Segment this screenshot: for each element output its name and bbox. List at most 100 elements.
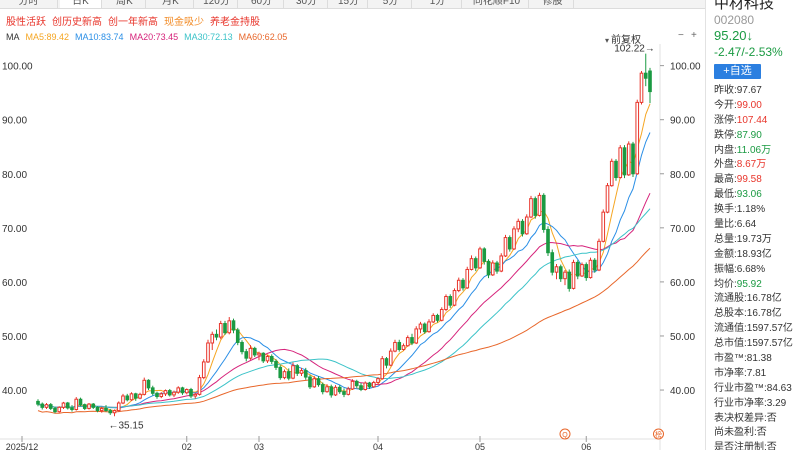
x-tick-label: 04 [373, 442, 383, 450]
period-tab[interactable]: 月K [148, 0, 194, 8]
candle [316, 375, 321, 387]
ma-legend-item: MA10:83.74 [75, 32, 124, 42]
candle [150, 385, 155, 396]
y-tick-label-left: 80.00 [2, 170, 27, 181]
feature-tags: 股性活跃 创历史新高 创一年新高 现金吸少 养老金持股 [6, 13, 266, 28]
candle-body [244, 351, 249, 359]
candle-body [269, 356, 274, 362]
candle-body [82, 404, 87, 409]
candle-body [435, 314, 440, 321]
quote-row: 内盘:11.06万 [714, 144, 800, 159]
candle-body [214, 333, 219, 338]
candle [155, 391, 159, 399]
period-tab[interactable]: 修股 [532, 0, 574, 8]
candle [465, 266, 470, 289]
quote-value: 16.78亿 [746, 293, 782, 305]
candle [473, 256, 478, 272]
candle-body [70, 407, 74, 411]
candle [584, 262, 589, 281]
quote-value: 93.06 [736, 189, 762, 201]
candle-body [87, 403, 91, 409]
candle-body [478, 248, 482, 269]
quote-value: 16.78亿 [746, 308, 782, 320]
candle-body [516, 220, 521, 230]
candle-body [550, 252, 555, 273]
candle-body [116, 402, 121, 412]
period-tab[interactable]: 120分 [196, 0, 238, 8]
candle [643, 53, 648, 87]
quote-row: 最高:99.58 [714, 173, 800, 188]
candle-body [614, 160, 618, 179]
zoom-in-icon[interactable]: + [691, 30, 697, 41]
candle-body [303, 370, 308, 378]
quote-value: 19.73万 [736, 233, 772, 245]
candle-body [150, 387, 155, 394]
period-tab-bar: 分时 日K 周K 月K 120分 60分 30分 15分 5分 1分 同花顺F10 修股 [0, 0, 705, 9]
period-tab[interactable]: 15分 [330, 0, 368, 8]
period-tab[interactable]: 日K [60, 0, 102, 8]
kline-chart[interactable]: 40.00 40.00 50.00 50.00 60.00 60.00 70.00 70.00… [0, 44, 705, 450]
candle [252, 346, 257, 358]
candle-body [371, 381, 376, 388]
candle [104, 405, 108, 412]
zoom-out-icon[interactable]: − [678, 30, 684, 41]
ma-legend-item: MA5:89.42 [25, 32, 70, 42]
candle [550, 249, 555, 276]
candle-body [490, 262, 495, 276]
y-tick-label: 70.00 [670, 224, 695, 235]
candle-body [384, 358, 389, 366]
candle [575, 260, 580, 280]
candle [461, 278, 465, 291]
feature-tag[interactable]: 现金吸少 [164, 13, 204, 28]
candle-body [337, 386, 342, 393]
candle [546, 226, 550, 256]
candle-body [605, 185, 610, 213]
period-tab[interactable]: 周K [104, 0, 146, 8]
candle [567, 269, 572, 292]
candle-body [563, 271, 567, 280]
ma-legend-item: MA60:62.05 [238, 32, 288, 42]
candle [129, 392, 134, 401]
candle-body [291, 365, 295, 379]
candle-body [286, 371, 291, 379]
candle-body [155, 392, 159, 398]
candle-body [584, 264, 589, 279]
feature-tag[interactable]: 创一年新高 [108, 13, 158, 28]
ma-legend-item: MA [6, 32, 20, 42]
candle [631, 141, 635, 178]
feature-tag[interactable]: 股性活跃 [6, 13, 46, 28]
candle-body [597, 240, 601, 271]
period-tab[interactable]: 同花顺F10 [465, 0, 529, 8]
candle [648, 67, 652, 104]
ma-legend-item: MA30:72.13 [184, 32, 233, 42]
candle [588, 257, 593, 279]
period-tab[interactable]: 1分 [414, 0, 462, 8]
period-tab[interactable]: 5分 [370, 0, 412, 8]
candle [618, 145, 623, 179]
feature-tag[interactable]: 养老金持股 [210, 13, 260, 28]
candle-body [227, 320, 232, 334]
candle-body [626, 143, 631, 176]
quote-row: 市盈™:81.38 [714, 352, 800, 367]
candle [201, 359, 206, 380]
high-marker-label: 102.22→ [614, 44, 655, 55]
candle [478, 246, 482, 269]
quote-value: 否 [756, 427, 767, 439]
feature-tag[interactable]: 创历史新高 [52, 13, 102, 28]
candle-body [622, 147, 627, 176]
candle-body [91, 403, 96, 408]
period-tab[interactable]: 30分 [286, 0, 328, 8]
add-watchlist-button[interactable]: +自选 [714, 64, 761, 79]
candle [427, 319, 431, 333]
candle [541, 193, 546, 233]
candle-body [44, 404, 49, 408]
quote-row: 昨收:97.67 [714, 84, 800, 99]
candle-body [520, 220, 525, 235]
candle [57, 406, 62, 413]
candle-body [388, 350, 393, 366]
quote-value: 107.44 [736, 114, 768, 126]
period-tab[interactable]: 60分 [240, 0, 284, 8]
period-tab[interactable]: 分时 [0, 0, 58, 8]
quote-label: 总股本: [714, 308, 747, 320]
candle [410, 333, 414, 346]
